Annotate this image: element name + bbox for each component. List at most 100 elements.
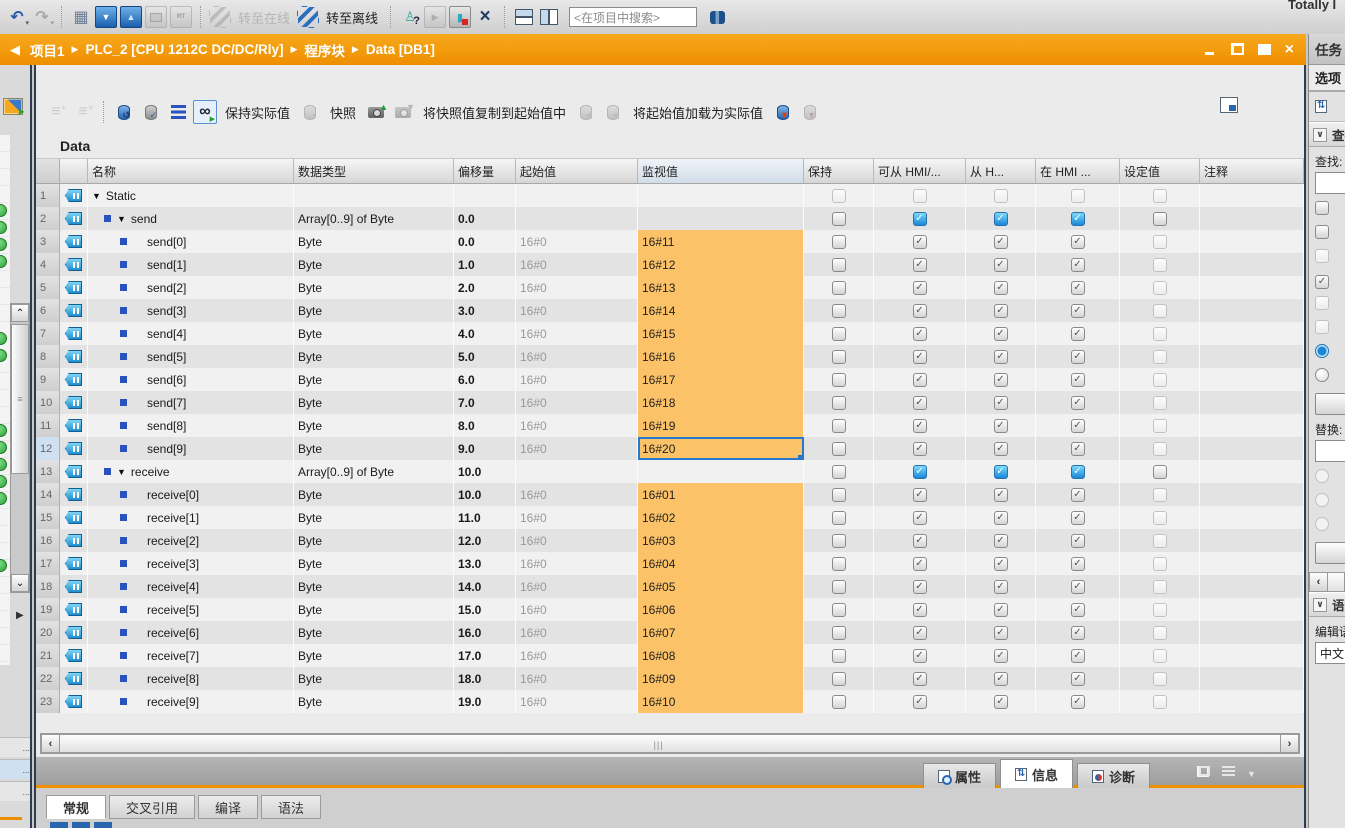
setpoint-checkbox[interactable] bbox=[1153, 396, 1167, 410]
go-offline-icon[interactable] bbox=[297, 6, 319, 28]
hmi-visible-checkbox[interactable]: ✓ bbox=[1071, 327, 1085, 341]
var-name[interactable]: receive bbox=[131, 465, 170, 479]
collapse-editor-icon[interactable]: ◀ bbox=[0, 42, 30, 58]
insert-row-icon[interactable] bbox=[44, 100, 68, 124]
monitorvalue-cell[interactable]: 16#09 bbox=[638, 667, 804, 690]
retain-checkbox[interactable] bbox=[832, 189, 846, 203]
monitor-all-icon[interactable] bbox=[193, 100, 217, 124]
comment-cell[interactable] bbox=[1200, 391, 1304, 414]
detail-view-icon[interactable] bbox=[1220, 97, 1238, 113]
download-to-device-icon[interactable] bbox=[95, 6, 117, 28]
hmi-writable-checkbox[interactable]: ✓ bbox=[994, 488, 1008, 502]
startvalue-cell[interactable]: 16#0 bbox=[516, 506, 638, 529]
var-name[interactable]: send[7] bbox=[147, 396, 186, 410]
startvalue-cell[interactable]: 16#0 bbox=[516, 391, 638, 414]
name-cell[interactable]: receive[0] bbox=[88, 483, 294, 506]
hmi-accessible-checkbox[interactable]: ✓ bbox=[913, 442, 927, 456]
startvalue-cell[interactable] bbox=[516, 207, 638, 230]
var-name[interactable]: send[2] bbox=[147, 281, 186, 295]
hmi-writable-checkbox[interactable] bbox=[994, 189, 1008, 203]
breadcrumb-program-blocks[interactable]: 程序块 bbox=[304, 40, 345, 60]
hmi-accessible-checkbox[interactable]: ✓ bbox=[913, 465, 927, 479]
startvalue-cell[interactable]: 16#0 bbox=[516, 299, 638, 322]
setpoint-checkbox[interactable] bbox=[1153, 373, 1167, 387]
retain-checkbox[interactable] bbox=[832, 304, 846, 318]
name-cell[interactable]: receive[6] bbox=[88, 621, 294, 644]
hmi-visible-checkbox[interactable]: ✓ bbox=[1071, 373, 1085, 387]
startvalue-cell[interactable]: 16#0 bbox=[516, 644, 638, 667]
hmi-visible-checkbox[interactable]: ✓ bbox=[1071, 488, 1085, 502]
hmi-visible-checkbox[interactable]: ✓ bbox=[1071, 580, 1085, 594]
monitorvalue-cell[interactable]: 16#16 bbox=[638, 345, 804, 368]
row-number[interactable]: 4 bbox=[36, 253, 60, 276]
column-header[interactable]: 名称 bbox=[88, 158, 294, 184]
setpoint-checkbox[interactable] bbox=[1153, 695, 1167, 709]
hmi-writable-checkbox[interactable]: ✓ bbox=[994, 603, 1008, 617]
var-name[interactable]: receive[1] bbox=[147, 511, 199, 525]
setpoint-checkbox[interactable] bbox=[1153, 557, 1167, 571]
monitorvalue-cell[interactable]: 16#10 bbox=[638, 690, 804, 713]
row-number[interactable]: 13 bbox=[36, 460, 60, 483]
snapshot-label[interactable]: 快照 bbox=[325, 103, 361, 122]
minimize-icon[interactable] bbox=[1204, 44, 1217, 55]
go-online-label[interactable]: 转至在线 bbox=[234, 8, 294, 27]
hmi-visible-checkbox[interactable]: ✓ bbox=[1071, 442, 1085, 456]
hmi-writable-checkbox[interactable]: ✓ bbox=[994, 442, 1008, 456]
comment-cell[interactable] bbox=[1200, 345, 1304, 368]
start-cpu-icon[interactable] bbox=[145, 6, 167, 28]
hmi-visible-checkbox[interactable]: ✓ bbox=[1071, 465, 1085, 479]
monitorvalue-cell[interactable] bbox=[638, 207, 804, 230]
setpoint-checkbox[interactable] bbox=[1153, 511, 1167, 525]
retain-checkbox[interactable] bbox=[832, 235, 846, 249]
retain-checkbox[interactable] bbox=[832, 580, 846, 594]
name-cell[interactable]: send[6] bbox=[88, 368, 294, 391]
datatype-cell[interactable] bbox=[294, 184, 454, 207]
var-name[interactable]: receive[6] bbox=[147, 626, 199, 640]
split-vertical-icon[interactable] bbox=[538, 6, 560, 28]
panel-tool-icon[interactable] bbox=[1315, 100, 1327, 113]
column-header[interactable]: 起始值 bbox=[516, 158, 638, 184]
startvalue-cell[interactable]: 16#0 bbox=[516, 621, 638, 644]
hmi-visible-checkbox[interactable]: ✓ bbox=[1071, 695, 1085, 709]
restore-icon[interactable] bbox=[1231, 44, 1244, 55]
row-number[interactable]: 16 bbox=[36, 529, 60, 552]
datatype-cell[interactable]: Byte bbox=[294, 368, 454, 391]
row-number[interactable]: 3 bbox=[36, 230, 60, 253]
breadcrumb-datablock[interactable]: Data [DB1] bbox=[366, 42, 435, 57]
hmi-visible-checkbox[interactable]: ✓ bbox=[1071, 511, 1085, 525]
close-icon[interactable]: × bbox=[1285, 44, 1294, 55]
find-option-checkbox[interactable] bbox=[1315, 320, 1329, 334]
comment-cell[interactable] bbox=[1200, 483, 1304, 506]
maximize-icon[interactable] bbox=[1258, 44, 1271, 55]
setpoint-checkbox[interactable] bbox=[1153, 603, 1167, 617]
hmi-writable-checkbox[interactable]: ✓ bbox=[994, 373, 1008, 387]
column-header[interactable]: 从 H... bbox=[966, 158, 1036, 184]
list-view-icon[interactable] bbox=[1222, 766, 1235, 777]
copy-snapshot-icon[interactable]: ◀ bbox=[574, 100, 598, 124]
setpoint-checkbox[interactable] bbox=[1153, 442, 1167, 456]
retain-checkbox[interactable] bbox=[832, 534, 846, 548]
inspector-tab-info[interactable]: 信息 bbox=[1000, 759, 1073, 788]
monitorvalue-cell[interactable]: 16#20 bbox=[638, 437, 804, 460]
var-name[interactable]: send[4] bbox=[147, 327, 186, 341]
hmi-writable-checkbox[interactable]: ✓ bbox=[994, 465, 1008, 479]
var-name[interactable]: send[8] bbox=[147, 419, 186, 433]
monitorvalue-cell[interactable]: 16#11 bbox=[638, 230, 804, 253]
row-number[interactable]: 22 bbox=[36, 667, 60, 690]
comment-cell[interactable] bbox=[1200, 460, 1304, 483]
project-search-input[interactable] bbox=[569, 7, 697, 27]
datatype-cell[interactable]: Byte bbox=[294, 667, 454, 690]
startvalue-cell[interactable]: 16#0 bbox=[516, 230, 638, 253]
breadcrumb-project[interactable]: 项目1 bbox=[30, 40, 65, 60]
hmi-accessible-checkbox[interactable]: ✓ bbox=[913, 327, 927, 341]
retain-checkbox[interactable] bbox=[832, 672, 846, 686]
hmi-visible-checkbox[interactable]: ✓ bbox=[1071, 396, 1085, 410]
setpoint-checkbox[interactable] bbox=[1153, 419, 1167, 433]
find-input[interactable] bbox=[1315, 172, 1345, 194]
comment-cell[interactable] bbox=[1200, 368, 1304, 391]
setpoint-checkbox[interactable] bbox=[1153, 534, 1167, 548]
name-cell[interactable]: receive[9] bbox=[88, 690, 294, 713]
startvalue-cell[interactable]: 16#0 bbox=[516, 414, 638, 437]
hmi-accessible-checkbox[interactable]: ✓ bbox=[913, 603, 927, 617]
name-cell[interactable]: receive[2] bbox=[88, 529, 294, 552]
